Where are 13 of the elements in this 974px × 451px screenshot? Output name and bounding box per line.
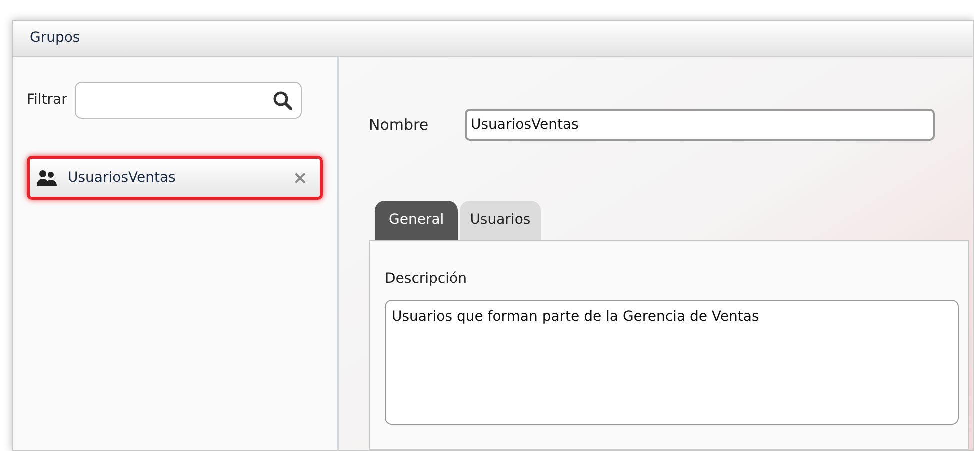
description-field[interactable]: Usuarios que forman parte de la Gerencia de Ventas — [385, 300, 959, 425]
users-icon — [36, 169, 58, 187]
tab[interactable]: General — [375, 201, 458, 240]
description-label: Descripción — [385, 270, 468, 289]
tab[interactable]: Usuarios — [460, 201, 541, 240]
name-field[interactable]: UsuariosVentas — [465, 109, 935, 141]
name-label: Nombre — [369, 114, 430, 136]
search-icon — [273, 90, 294, 110]
group-item[interactable]: UsuariosVentas × — [27, 156, 323, 200]
filter-field[interactable] — [75, 82, 302, 119]
filter-label: Filtrar — [27, 91, 68, 110]
window-title: Grupos — [30, 29, 80, 48]
group-name: UsuariosVentas — [68, 168, 177, 188]
